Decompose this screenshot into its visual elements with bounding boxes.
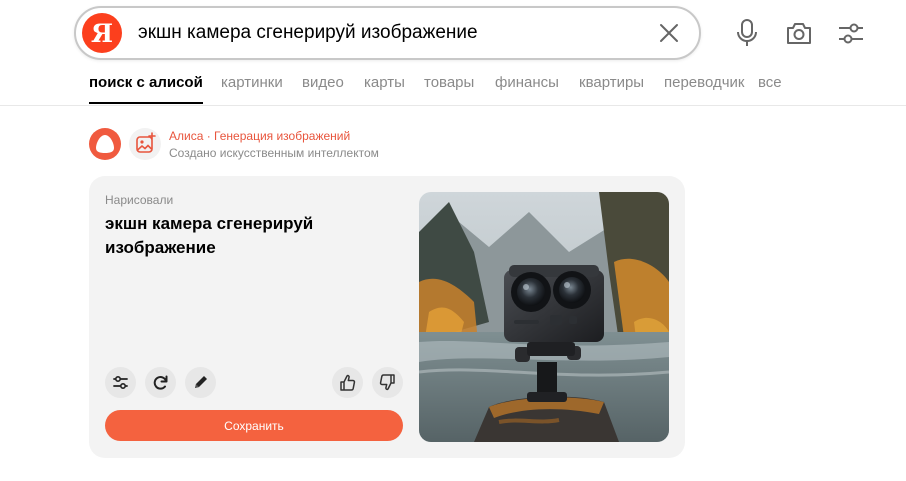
- like-button[interactable]: [332, 367, 363, 398]
- tab-alice-search[interactable]: поиск с алисой: [89, 74, 203, 104]
- result-label: Нарисовали: [105, 193, 174, 207]
- thumbs-up-icon: [340, 374, 356, 391]
- source-title[interactable]: Алиса · Генерация изображений: [169, 129, 350, 143]
- prompt-text: экшн камера сгенерируй изображение: [105, 214, 314, 257]
- tab-images[interactable]: картинки: [221, 74, 283, 104]
- tab-finance[interactable]: финансы: [495, 74, 559, 104]
- dislike-button[interactable]: [372, 367, 403, 398]
- regenerate-button[interactable]: [145, 367, 176, 398]
- camera-search-icon[interactable]: [785, 18, 813, 48]
- source-subtitle: Создано искусственным интеллектом: [169, 146, 379, 160]
- generated-image[interactable]: [419, 192, 669, 442]
- pencil-icon: [195, 376, 207, 388]
- clear-icon[interactable]: [656, 20, 682, 46]
- generated-image-card: Нарисовали экшн камера сгенерируй изобра…: [89, 176, 685, 458]
- tab-apartments[interactable]: квартиры: [579, 74, 644, 104]
- tab-video[interactable]: видео: [302, 74, 344, 104]
- tab-maps[interactable]: карты: [364, 74, 405, 104]
- tab-all[interactable]: все: [758, 74, 782, 104]
- sliders-icon: [113, 376, 128, 389]
- refresh-icon: [153, 375, 168, 390]
- adjust-settings-button[interactable]: [105, 367, 136, 398]
- image-generation-icon: [129, 128, 161, 160]
- filter-settings-icon[interactable]: [837, 18, 865, 48]
- yandex-logo[interactable]: Я: [82, 13, 122, 53]
- search-input[interactable]: [138, 18, 638, 48]
- alice-logo-icon[interactable]: [89, 128, 121, 160]
- tabs-divider: [0, 105, 906, 106]
- save-button[interactable]: Сохранить: [105, 410, 403, 441]
- edit-button[interactable]: [185, 367, 216, 398]
- action-camera-image: [419, 192, 669, 442]
- thumbs-down-icon: [379, 374, 395, 391]
- microphone-icon[interactable]: [733, 18, 761, 48]
- tab-goods[interactable]: товары: [424, 74, 474, 104]
- search-bar[interactable]: Я: [74, 6, 701, 60]
- tab-translator[interactable]: переводчик: [664, 74, 744, 104]
